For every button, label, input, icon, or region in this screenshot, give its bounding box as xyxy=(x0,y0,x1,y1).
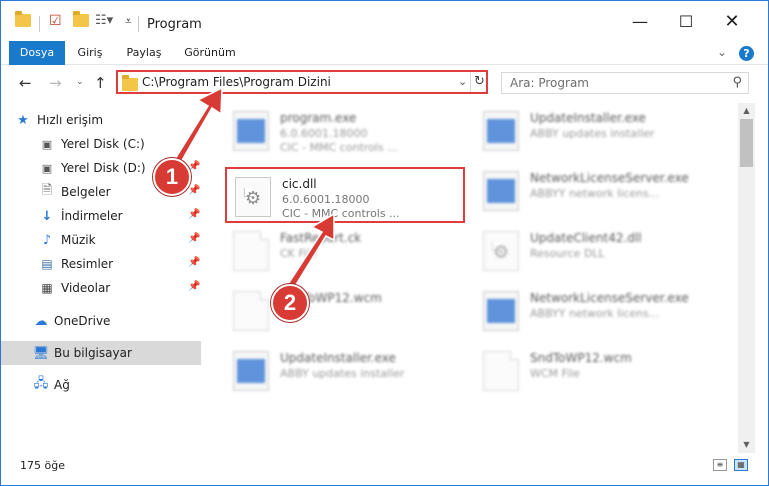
pictures-icon: ▤ xyxy=(41,257,53,271)
sidebar-item-onedrive[interactable]: ☁ OneDrive xyxy=(1,309,201,333)
network-icon: 🖧 xyxy=(33,376,49,391)
folder-icon[interactable] xyxy=(15,11,31,32)
sidebar-item-downloads[interactable]: ↓ İndirmeler 📌 xyxy=(1,204,201,228)
cloud-icon: ☁ xyxy=(34,313,48,329)
file-icon xyxy=(483,351,519,391)
pin-icon[interactable]: 📌 xyxy=(188,233,200,244)
dll-gear-icon xyxy=(483,231,519,271)
step-2-badge: 2 xyxy=(271,284,309,322)
file-item-cic-dll[interactable]: cic.dll 6.0.6001.18000 CIC - MMC control… xyxy=(225,167,465,223)
drive-icon: ▣ xyxy=(41,137,53,151)
music-icon: ♪ xyxy=(42,232,52,248)
navigation-bar: ← → ⌄ ↑ C:\Program Files\Program Dizini … xyxy=(1,65,768,103)
tab-share[interactable]: Paylaş xyxy=(119,41,169,65)
tab-home[interactable]: Giriş xyxy=(69,41,111,65)
address-dropdown-icon[interactable]: ⌄ xyxy=(458,75,467,88)
star-icon: ★ xyxy=(17,112,29,128)
documents-icon: 🗎 xyxy=(41,183,53,198)
forward-arrow-icon[interactable]: → xyxy=(49,74,62,92)
file-icon xyxy=(233,231,269,271)
computer-icon: 🖥 xyxy=(32,345,50,361)
file-item[interactable]: SndToWP12.wcm xyxy=(225,283,465,339)
pin-icon[interactable]: 📌 xyxy=(188,185,200,196)
file-item[interactable]: NetworkLicenseServer.exe ABBYY network l… xyxy=(475,163,715,219)
up-arrow-icon[interactable]: ↑ xyxy=(94,74,107,92)
scroll-down-icon[interactable]: ▼ xyxy=(738,437,755,453)
pin-icon[interactable]: 📌 xyxy=(188,209,200,220)
download-icon: ↓ xyxy=(41,208,53,224)
recent-locations-icon[interactable]: ⌄ xyxy=(76,77,84,87)
video-icon: ▦ xyxy=(41,281,53,295)
app-icon xyxy=(233,351,269,391)
dll-gear-icon xyxy=(235,177,271,217)
sidebar-item-network[interactable]: 🖧 Ağ xyxy=(1,373,201,397)
address-bar[interactable]: C:\Program Files\Program Dizini ⌄ ↻ xyxy=(116,70,488,94)
scroll-up-icon[interactable]: ▲ xyxy=(738,103,755,119)
tab-view[interactable]: Görünüm xyxy=(179,41,241,65)
app-icon xyxy=(483,171,519,211)
sidebar-item-quick-access[interactable]: ★ Hızlı erişim xyxy=(1,108,201,132)
file-item[interactable]: FastReport.ck CK File xyxy=(225,223,465,279)
customize-quick-access-icon[interactable]: ⩡ xyxy=(125,14,132,32)
search-icon[interactable]: ⚲ xyxy=(732,75,742,90)
view-options-icon[interactable]: ☷▾ xyxy=(95,13,113,31)
scrollbar-thumb[interactable] xyxy=(740,119,753,167)
help-icon[interactable]: ? xyxy=(739,46,754,61)
title-bar: ☑ ☷▾ ⩡ Program — ☐ ✕ xyxy=(1,1,768,41)
sidebar-item-disk-c[interactable]: ▣ Yerel Disk (C:) xyxy=(1,132,201,156)
status-bar: 175 öğe ≡ ▦ xyxy=(1,453,768,483)
minimize-button[interactable]: — xyxy=(617,1,663,41)
search-input[interactable] xyxy=(502,73,722,93)
navigation-pane: ★ Hızlı erişim ▣ Yerel Disk (C:) ▣ Yerel… xyxy=(1,103,204,453)
app-icon xyxy=(233,111,269,151)
file-item[interactable]: SndToWP12.wcm WCM File xyxy=(475,343,715,399)
sidebar-item-videos[interactable]: ▦ Videolar 📌 xyxy=(1,276,201,300)
ribbon-tabs: Dosya Giriş Paylaş Görünüm ⌄ xyxy=(1,41,768,65)
drive-icon: ▣ xyxy=(41,161,53,175)
details-view-icon[interactable]: ≡ xyxy=(713,459,727,471)
file-explorer-window: ☑ ☷▾ ⩡ Program — ☐ ✕ Dosya Giriş Paylaş … xyxy=(0,0,769,486)
sidebar-item-this-pc[interactable]: 🖥 Bu bilgisayar xyxy=(1,341,201,365)
tab-file[interactable]: Dosya xyxy=(9,41,65,65)
file-item[interactable]: UpdateClient42.dll Resource DLL xyxy=(475,223,715,279)
close-button[interactable]: ✕ xyxy=(709,1,755,41)
pin-icon[interactable]: 📌 xyxy=(188,257,200,268)
file-item[interactable]: UpdateInstaller.exe ABBY updates install… xyxy=(225,343,465,399)
expand-ribbon-icon[interactable]: ⌄ xyxy=(717,45,727,59)
file-list: program.exe 6.0.6001.18000 CIC - MMC con… xyxy=(211,103,738,451)
step-1-badge: 1 xyxy=(153,158,191,196)
file-icon xyxy=(233,291,269,331)
search-box[interactable]: ⚲ xyxy=(501,72,749,94)
pin-icon[interactable]: 📌 xyxy=(188,281,200,292)
maximize-button[interactable]: ☐ xyxy=(663,1,709,41)
item-count: 175 öğe xyxy=(20,459,65,472)
file-item[interactable]: NetworkLicenseServer.exe ABBYY network l… xyxy=(475,283,715,339)
new-folder-icon[interactable] xyxy=(73,11,89,32)
file-item[interactable]: UpdateInstaller.exe ABBY updates install… xyxy=(475,103,715,159)
file-item[interactable]: program.exe 6.0.6001.18000 CIC - MMC con… xyxy=(225,103,465,159)
back-arrow-icon[interactable]: ← xyxy=(19,74,32,92)
window-title: Program xyxy=(147,17,202,32)
address-path[interactable]: C:\Program Files\Program Dizini xyxy=(142,75,331,89)
folder-icon xyxy=(122,75,138,91)
large-icons-view-icon[interactable]: ▦ xyxy=(734,459,748,471)
sidebar-item-music[interactable]: ♪ Müzik 📌 xyxy=(1,228,201,252)
sidebar-item-pictures[interactable]: ▤ Resimler 📌 xyxy=(1,252,201,276)
app-icon xyxy=(483,291,519,331)
properties-icon[interactable]: ☑ xyxy=(49,13,62,31)
refresh-icon[interactable]: ↻ xyxy=(470,72,488,92)
vertical-scrollbar[interactable]: ▲ ▼ xyxy=(738,103,755,453)
app-icon xyxy=(483,111,519,151)
